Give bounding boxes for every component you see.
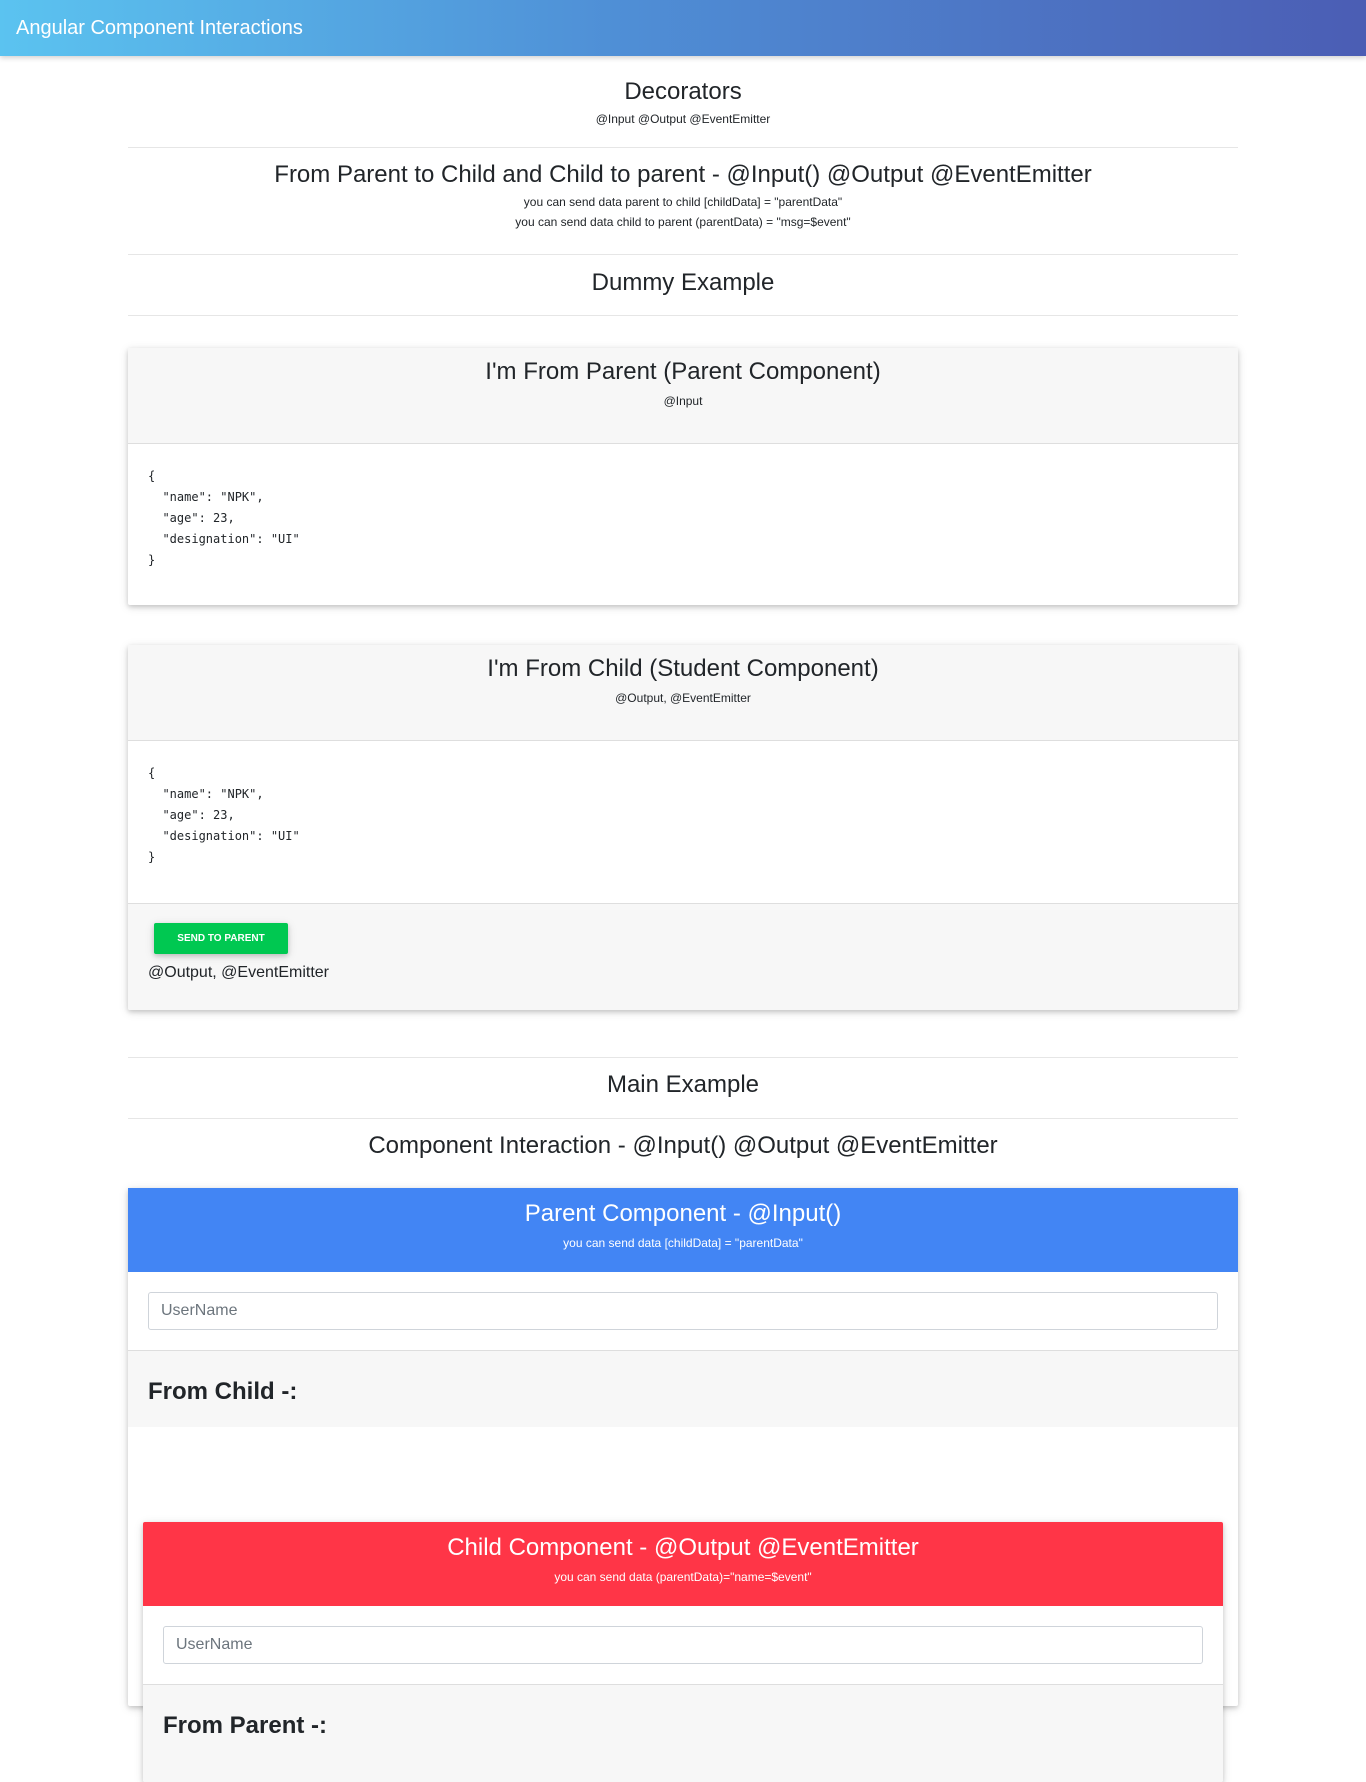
parent-username-input[interactable] xyxy=(148,1292,1218,1330)
parent-card-header: I'm From Parent (Parent Component) @Inpu… xyxy=(128,348,1238,444)
parent-component-card: Parent Component - @Input() you can send… xyxy=(128,1188,1238,1782)
child-card-footer-text: @Output, @EventEmitter xyxy=(148,964,329,981)
decorators-title: Decorators xyxy=(624,78,742,105)
parent-card-subtitle: @Input xyxy=(663,394,703,408)
child-card-body: { "name": "NPK", "age": 23, "designation… xyxy=(128,741,1238,903)
parent-child-title: From Parent to Child and Child to parent… xyxy=(274,161,1092,188)
parent-card-body: { "name": "NPK", "age": 23, "designation… xyxy=(128,444,1238,593)
child-component-header: Child Component - @Output @EventEmitter … xyxy=(143,1522,1223,1606)
navbar-brand[interactable]: Angular Component Interactions xyxy=(16,17,303,40)
child-component-title: Child Component - @Output @EventEmitter xyxy=(447,1534,919,1561)
parent-child-line-1: you can send data parent to child [child… xyxy=(523,195,843,209)
parent-child-line-2: you can send data child to parent (paren… xyxy=(515,215,851,229)
child-component-body xyxy=(143,1606,1223,1685)
parent-json: { "name": "NPK", "age": 23, "designation… xyxy=(148,469,300,567)
child-card-title: I'm From Child (Student Component) xyxy=(487,655,879,682)
main-section: Main Example xyxy=(128,1071,1238,1099)
divider xyxy=(128,254,1238,255)
child-component-footer: From Parent -: xyxy=(143,1685,1223,1782)
decorators-section: Decorators @Input @Output @EventEmitter xyxy=(128,78,1238,126)
send-to-parent-button[interactable]: Send to Parent xyxy=(154,923,288,954)
parent-card-title: I'm From Parent (Parent Component) xyxy=(485,358,881,385)
child-component-card: Child Component - @Output @EventEmitter … xyxy=(143,1522,1223,1782)
parent-component-subtitle: you can send data [childData] = "parentD… xyxy=(563,1236,803,1250)
from-parent-label: From Parent -: xyxy=(163,1712,328,1739)
child-card-subtitle: @Output, @EventEmitter xyxy=(615,691,751,705)
child-card-footer: Send to Parent @Output, @EventEmitter xyxy=(128,903,1238,1010)
navbar: Angular Component Interactions xyxy=(0,0,1366,56)
divider xyxy=(128,1057,1238,1058)
main-subtitle-section: Component Interaction - @Input() @Output… xyxy=(128,1132,1238,1160)
parent-component-title: Parent Component - @Input() xyxy=(524,1200,842,1227)
divider xyxy=(128,315,1238,316)
divider xyxy=(128,147,1238,148)
parent-child-section: From Parent to Child and Child to parent… xyxy=(128,161,1238,229)
decorators-subtitle: @Input @Output @EventEmitter xyxy=(595,112,771,126)
child-username-input[interactable] xyxy=(163,1626,1203,1664)
main-subtitle: Component Interaction - @Input() @Output… xyxy=(368,1132,998,1159)
child-component-subtitle: you can send data (parentData)="name=$ev… xyxy=(554,1570,812,1584)
main-title: Main Example xyxy=(606,1071,760,1098)
child-card-header: I'm From Child (Student Component) @Outp… xyxy=(128,645,1238,741)
from-child-label: From Child -: xyxy=(148,1378,298,1405)
child-json: { "name": "NPK", "age": 23, "designation… xyxy=(148,766,300,864)
divider xyxy=(128,1118,1238,1119)
parent-component-body xyxy=(128,1272,1238,1351)
parent-card: I'm From Parent (Parent Component) @Inpu… xyxy=(128,348,1238,605)
parent-component-header: Parent Component - @Input() you can send… xyxy=(128,1188,1238,1272)
parent-component-footer: From Child -: xyxy=(128,1351,1238,1427)
child-card: I'm From Child (Student Component) @Outp… xyxy=(128,645,1238,1010)
dummy-section: Dummy Example xyxy=(128,269,1238,297)
dummy-title: Dummy Example xyxy=(591,269,775,296)
